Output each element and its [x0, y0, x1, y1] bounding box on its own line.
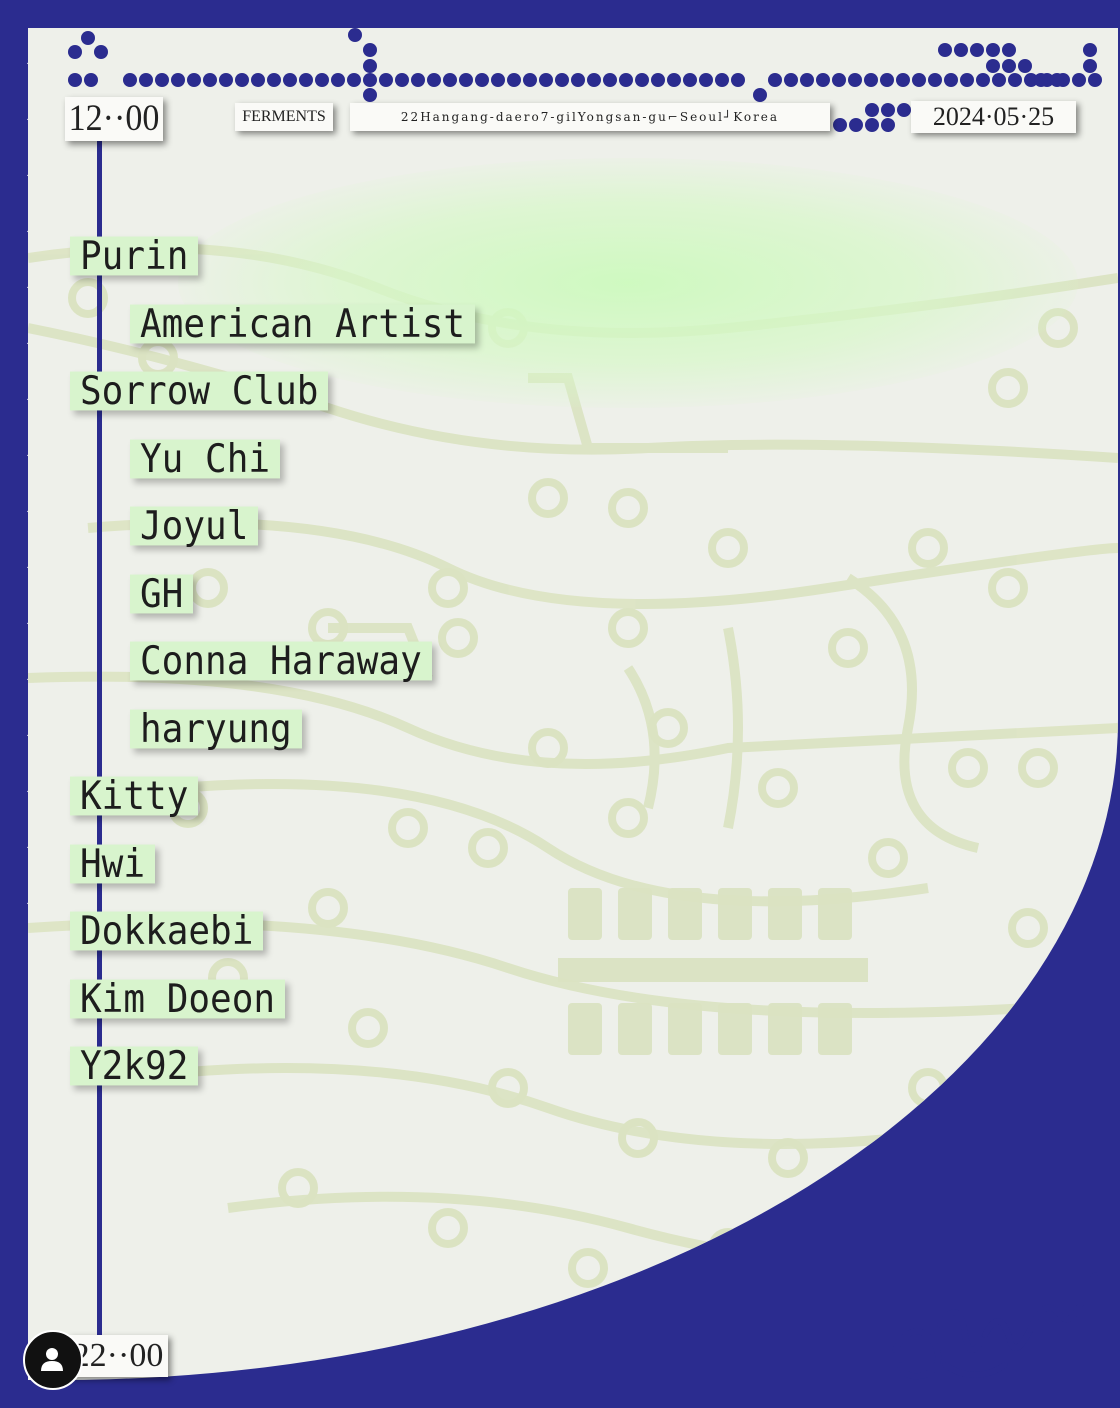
event-poster: sew|sew|sew|sew|sew|sew|sew|sew|sew|sew|… [0, 0, 1120, 1408]
lineup-list: Purin American Artist Sorrow Club Yu Chi Joy… [0, 0, 600, 1100]
performer-tag: Purin [70, 236, 199, 277]
performer-tag: Conna Haraway [130, 641, 432, 682]
performer-tag: Joyul [130, 506, 259, 547]
performer-tag: American Artist [130, 304, 476, 345]
end-time: 22··00 [68, 1335, 168, 1377]
performer-tag: Kim Doeon [70, 979, 286, 1020]
performer-tag: Dokkaebi [70, 911, 264, 952]
performer-tag: Hwi [70, 844, 156, 885]
signature-logo [892, 1272, 1098, 1380]
performer-tag: GH [130, 574, 194, 615]
performer-tag: Yu Chi [130, 439, 281, 480]
event-date: 2024·05·25 [911, 101, 1076, 133]
user-avatar-icon[interactable] [23, 1330, 83, 1390]
performer-tag: Y2k92 [70, 1046, 199, 1087]
performer-tag: haryung [130, 709, 302, 750]
performer-tag: Kitty [70, 776, 199, 817]
performer-tag: Sorrow Club [70, 371, 329, 412]
